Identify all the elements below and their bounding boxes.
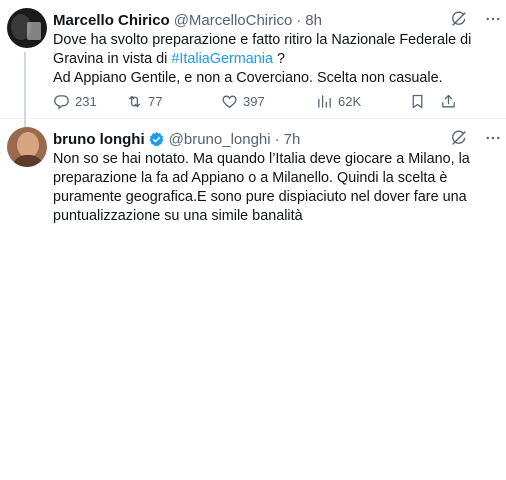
- verified-badge-icon: [148, 131, 165, 148]
- grok-icon[interactable]: [450, 129, 468, 147]
- reply-count: 231: [75, 93, 97, 109]
- more-options-icon[interactable]: [484, 129, 502, 147]
- timestamp[interactable]: 7h: [284, 131, 301, 148]
- thread-connector: [24, 119, 26, 127]
- separator-dot: ·: [296, 11, 302, 29]
- bookmark-button[interactable]: [409, 93, 426, 110]
- like-button[interactable]: 397: [221, 93, 316, 110]
- tweet-text-part: Ad Appiano Gentile, e non a Coverciano. …: [53, 70, 443, 86]
- avatar[interactable]: [7, 8, 47, 48]
- grok-icon[interactable]: [450, 10, 468, 28]
- like-count: 397: [243, 93, 265, 109]
- views-chart-icon: [316, 93, 333, 110]
- tweet-text: Dove ha svolto preparazione e fatto riti…: [53, 31, 496, 88]
- separator-dot: ·: [274, 130, 280, 148]
- more-options-icon[interactable]: [484, 10, 502, 28]
- share-button[interactable]: [440, 93, 457, 110]
- retweet-icon: [126, 93, 143, 110]
- tweet-header: bruno longhi @bruno_longhi · 7h: [53, 129, 498, 149]
- thread: Marcello Chirico @MarcelloChirico · 8h D…: [0, 0, 506, 242]
- retweet-button[interactable]: 77: [126, 93, 221, 110]
- tweet[interactable]: bruno longhi @bruno_longhi · 7h Non so s…: [0, 119, 506, 242]
- author-name[interactable]: Marcello Chirico: [53, 12, 170, 29]
- retweet-count: 77: [148, 93, 163, 109]
- tweet-text: Non so se hai notato. Ma quando l’Italia…: [53, 151, 470, 224]
- bookmark-icon: [409, 93, 426, 110]
- heart-icon: [221, 93, 238, 110]
- tweet-text-part: ?: [272, 51, 285, 67]
- views-count: 62K: [338, 93, 362, 109]
- reply-button[interactable]: 231: [53, 93, 126, 110]
- action-bar: [53, 229, 498, 249]
- author-name[interactable]: bruno longhi: [53, 131, 145, 148]
- avatar[interactable]: [7, 127, 47, 167]
- reply-icon: [53, 93, 70, 110]
- action-bar: 231 77 397 62K: [53, 91, 498, 111]
- share-icon: [440, 93, 457, 110]
- author-handle[interactable]: @bruno_longhi: [169, 131, 271, 148]
- author-handle[interactable]: @MarcelloChirico: [174, 12, 293, 29]
- views-button[interactable]: 62K: [316, 93, 409, 110]
- timestamp[interactable]: 8h: [305, 12, 322, 29]
- thread-connector: [24, 52, 26, 119]
- hashtag-link[interactable]: #ItaliaGermania: [171, 51, 273, 67]
- tweet-header: Marcello Chirico @MarcelloChirico · 8h: [53, 10, 498, 30]
- tweet[interactable]: Marcello Chirico @MarcelloChirico · 8h D…: [0, 0, 506, 119]
